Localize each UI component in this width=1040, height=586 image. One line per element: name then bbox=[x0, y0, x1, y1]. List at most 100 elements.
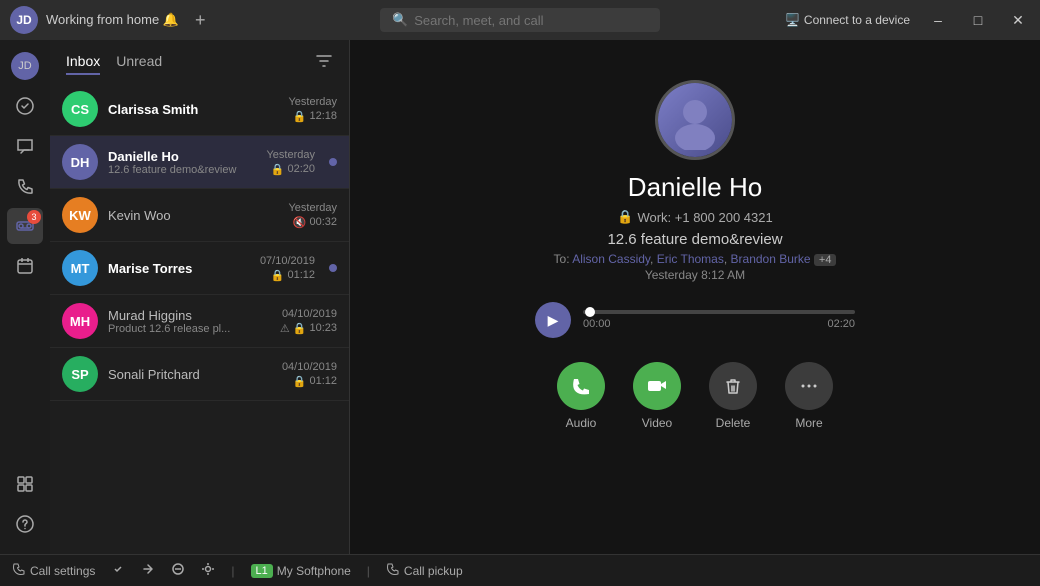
lock-icon: 🔒 bbox=[271, 269, 285, 282]
audio-player: ▶ 00:00 02:20 bbox=[535, 302, 855, 338]
conv-name: Sonali Pritchard bbox=[108, 367, 272, 382]
avatar: CS bbox=[62, 91, 98, 127]
softphone-badge: L1 bbox=[251, 564, 273, 578]
contact-name: Danielle Ho bbox=[628, 172, 762, 203]
settings-icon bbox=[201, 562, 215, 579]
video-call-button[interactable] bbox=[633, 362, 681, 410]
recipient-name: Eric Thomas bbox=[657, 252, 724, 266]
avatar: MH bbox=[62, 303, 98, 339]
user-avatar[interactable]: JD bbox=[10, 6, 38, 34]
search-bar[interactable]: 🔍 bbox=[380, 8, 660, 32]
tab-inbox[interactable]: Inbox bbox=[66, 53, 100, 75]
lock-icon: 🔒 bbox=[293, 110, 307, 123]
close-button[interactable]: ✕ bbox=[1006, 8, 1030, 32]
audio-label: Audio bbox=[566, 416, 597, 430]
lock-icon: 🔒 bbox=[617, 209, 633, 225]
search-input[interactable] bbox=[414, 13, 648, 28]
progress-track[interactable] bbox=[583, 310, 855, 314]
conversation-item[interactable]: KW Kevin Woo Yesterday 🔇 00:32 bbox=[50, 189, 349, 242]
sidebar-item-help[interactable] bbox=[7, 506, 43, 542]
conv-sub: 12.6 feature demo&review bbox=[108, 164, 256, 176]
sidebar-item-avatar[interactable]: JD bbox=[7, 48, 43, 84]
more-button[interactable] bbox=[785, 362, 833, 410]
lock-icon: 🔒 bbox=[293, 375, 307, 388]
conv-duration: 🔒 12:18 bbox=[293, 110, 337, 123]
conv-meta: Yesterday 🔒 12:18 bbox=[288, 96, 337, 123]
unread-dot bbox=[329, 264, 337, 272]
call-pickup-icon bbox=[386, 562, 400, 579]
conversation-item[interactable]: CS Clarissa Smith Yesterday 🔒 12:18 bbox=[50, 83, 349, 136]
softphone-name: My Softphone bbox=[277, 564, 351, 578]
voicemail-badge: 3 bbox=[27, 210, 41, 224]
filter-icon[interactable] bbox=[315, 52, 333, 75]
title-bar: JD Working from home 🔔 + 🔍 🖥️ Connect to… bbox=[0, 0, 1040, 40]
conv-duration: 🔒 01:12 bbox=[271, 269, 315, 282]
conversation-item[interactable]: SP Sonali Pritchard 04/10/2019 🔒 01:12 bbox=[50, 348, 349, 401]
conv-meta: 04/10/2019 🔒 01:12 bbox=[282, 361, 337, 388]
conv-time: 07/10/2019 bbox=[260, 255, 315, 267]
progress-labels: 00:00 02:20 bbox=[583, 318, 855, 330]
conv-meta: Yesterday 🔒 02:20 bbox=[266, 149, 315, 176]
delete-button[interactable] bbox=[709, 362, 757, 410]
conv-meta: 07/10/2019 🔒 01:12 bbox=[260, 255, 315, 282]
conv-info: Sonali Pritchard bbox=[108, 367, 272, 382]
audio-call-button[interactable] bbox=[557, 362, 605, 410]
sidebar-item-apps[interactable] bbox=[7, 466, 43, 502]
video-label: Video bbox=[642, 416, 672, 430]
action-buttons: Audio Video Delete More bbox=[557, 362, 833, 430]
progress-thumb bbox=[585, 307, 595, 317]
avatar: SP bbox=[62, 356, 98, 392]
conv-meta: 04/10/2019 ⚠ 🔒 10:23 bbox=[280, 308, 337, 335]
contact-avatar-large bbox=[655, 80, 735, 160]
sidebar-item-voicemail[interactable]: 3 bbox=[7, 208, 43, 244]
call-pickup[interactable]: Call pickup bbox=[386, 562, 463, 579]
search-icon: 🔍 bbox=[392, 12, 408, 28]
sidebar-item-calendar[interactable] bbox=[7, 248, 43, 284]
monitor-icon: 🖥️ bbox=[785, 13, 800, 27]
time-end: 02:20 bbox=[827, 318, 855, 330]
conv-time: Yesterday bbox=[288, 96, 337, 108]
progress-container: 00:00 02:20 bbox=[583, 310, 855, 330]
conversation-item[interactable]: DH Danielle Ho 12.6 feature demo&review … bbox=[50, 136, 349, 189]
tab-unread[interactable]: Unread bbox=[116, 53, 162, 75]
sidebar-item-calls[interactable] bbox=[7, 168, 43, 204]
unread-dot bbox=[329, 158, 337, 166]
conv-duration: 🔇 00:32 bbox=[293, 216, 337, 229]
title-bar-right: 🖥️ Connect to a device – □ ✕ bbox=[775, 8, 1030, 32]
conversation-item[interactable]: MH Murad Higgins Product 12.6 release pl… bbox=[50, 295, 349, 348]
window-title: Working from home 🔔 bbox=[46, 12, 179, 28]
sidebar: JD 3 bbox=[0, 40, 50, 554]
audio-action: Audio bbox=[557, 362, 605, 430]
inbox-panel: Inbox Unread CS Clarissa Smith Yesterday… bbox=[50, 40, 350, 554]
conv-name: Kevin Woo bbox=[108, 208, 278, 223]
minimize-button[interactable]: – bbox=[926, 8, 950, 32]
conversation-item[interactable]: MT Marise Torres 07/10/2019 🔒 01:12 bbox=[50, 242, 349, 295]
video-action: Video bbox=[633, 362, 681, 430]
recipient-name: Alison Cassidy bbox=[572, 252, 650, 266]
title-bar-center: 🔍 bbox=[265, 8, 775, 32]
play-button[interactable]: ▶ bbox=[535, 302, 571, 338]
forward-icon bbox=[141, 562, 155, 579]
delete-label: Delete bbox=[716, 416, 751, 430]
mute-icon: 🔒 bbox=[293, 322, 307, 335]
contact-phone: 🔒 Work: +1 800 200 4321 bbox=[617, 209, 772, 225]
status-bar: Call settings | L1 My Softphone | Call p… bbox=[0, 554, 1040, 586]
add-icon[interactable]: + bbox=[195, 10, 206, 31]
sidebar-item-chat[interactable] bbox=[7, 128, 43, 164]
more-action: More bbox=[785, 362, 833, 430]
call-settings[interactable]: Call settings bbox=[12, 562, 95, 579]
inbox-tabs: Inbox Unread bbox=[66, 53, 162, 75]
more-label: More bbox=[795, 416, 822, 430]
title-bar-left: JD Working from home 🔔 + bbox=[10, 6, 265, 34]
conv-sub: Product 12.6 release pl... bbox=[108, 323, 270, 335]
pipe-divider: | bbox=[231, 564, 234, 578]
maximize-button[interactable]: □ bbox=[966, 8, 990, 32]
conv-info: Danielle Ho 12.6 feature demo&review bbox=[108, 149, 256, 176]
sidebar-item-activity[interactable] bbox=[7, 88, 43, 124]
recipient-name: Brandon Burke bbox=[731, 252, 811, 266]
conv-info: Murad Higgins Product 12.6 release pl... bbox=[108, 308, 270, 335]
conversation-list: CS Clarissa Smith Yesterday 🔒 12:18 DH D… bbox=[50, 83, 349, 554]
voicemail-time: Yesterday 8:12 AM bbox=[645, 268, 745, 282]
conv-name: Danielle Ho bbox=[108, 149, 256, 164]
connect-device-button[interactable]: 🖥️ Connect to a device bbox=[785, 13, 910, 27]
